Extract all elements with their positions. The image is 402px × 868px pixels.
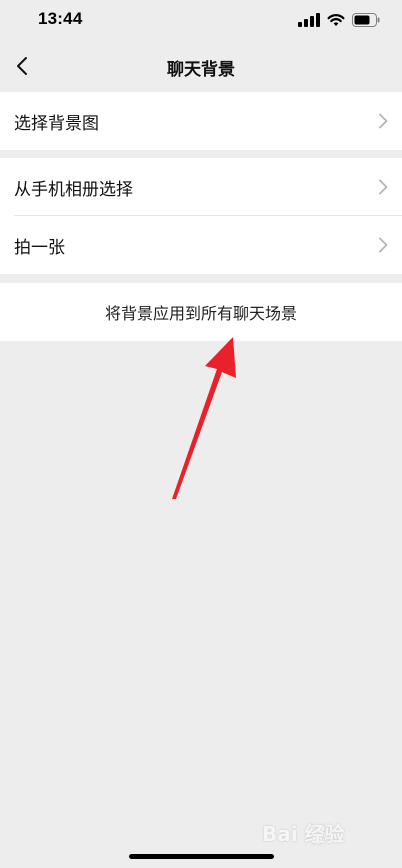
settings-group-3: 将背景应用到所有聊天场景 [0, 283, 402, 341]
chevron-right-icon [379, 237, 388, 253]
arrow-shape [172, 337, 236, 499]
chevron-right-icon [379, 113, 388, 129]
settings-group-2: 从手机相册选择 拍一张 [0, 158, 402, 274]
wifi-icon [327, 14, 345, 26]
apply-to-all-chats-label: 将背景应用到所有聊天场景 [104, 304, 297, 323]
watermark-text: Bai 经验 [262, 822, 345, 846]
watermark: Bai 经验 [262, 818, 382, 850]
status-bar: 13:44 [0, 0, 402, 40]
nav-bar: 聊天背景 [0, 40, 402, 92]
choose-background-label: 选择背景图 [14, 113, 99, 134]
page-title: 聊天背景 [167, 60, 235, 80]
apply-to-all-chats-button[interactable]: 将背景应用到所有聊天场景 [0, 283, 402, 341]
chat-background-screen: 13:44 聊天背景 选择背景图 从手机相册选择 拍一张 将背景应用到所有聊天场… [0, 0, 402, 868]
take-photo-label: 拍一张 [14, 237, 65, 258]
status-icons [298, 12, 380, 28]
home-indicator [129, 854, 274, 859]
status-time: 13:44 [38, 9, 83, 28]
battery-icon [352, 13, 380, 27]
choose-background-cell[interactable]: 选择背景图 [0, 92, 402, 150]
signal-icon [298, 13, 320, 27]
from-album-cell[interactable]: 从手机相册选择 [0, 158, 402, 216]
take-photo-cell[interactable]: 拍一张 [0, 216, 402, 274]
from-album-label: 从手机相册选择 [14, 179, 133, 200]
chevron-right-icon [379, 179, 388, 195]
settings-group-1: 选择背景图 [0, 92, 402, 150]
